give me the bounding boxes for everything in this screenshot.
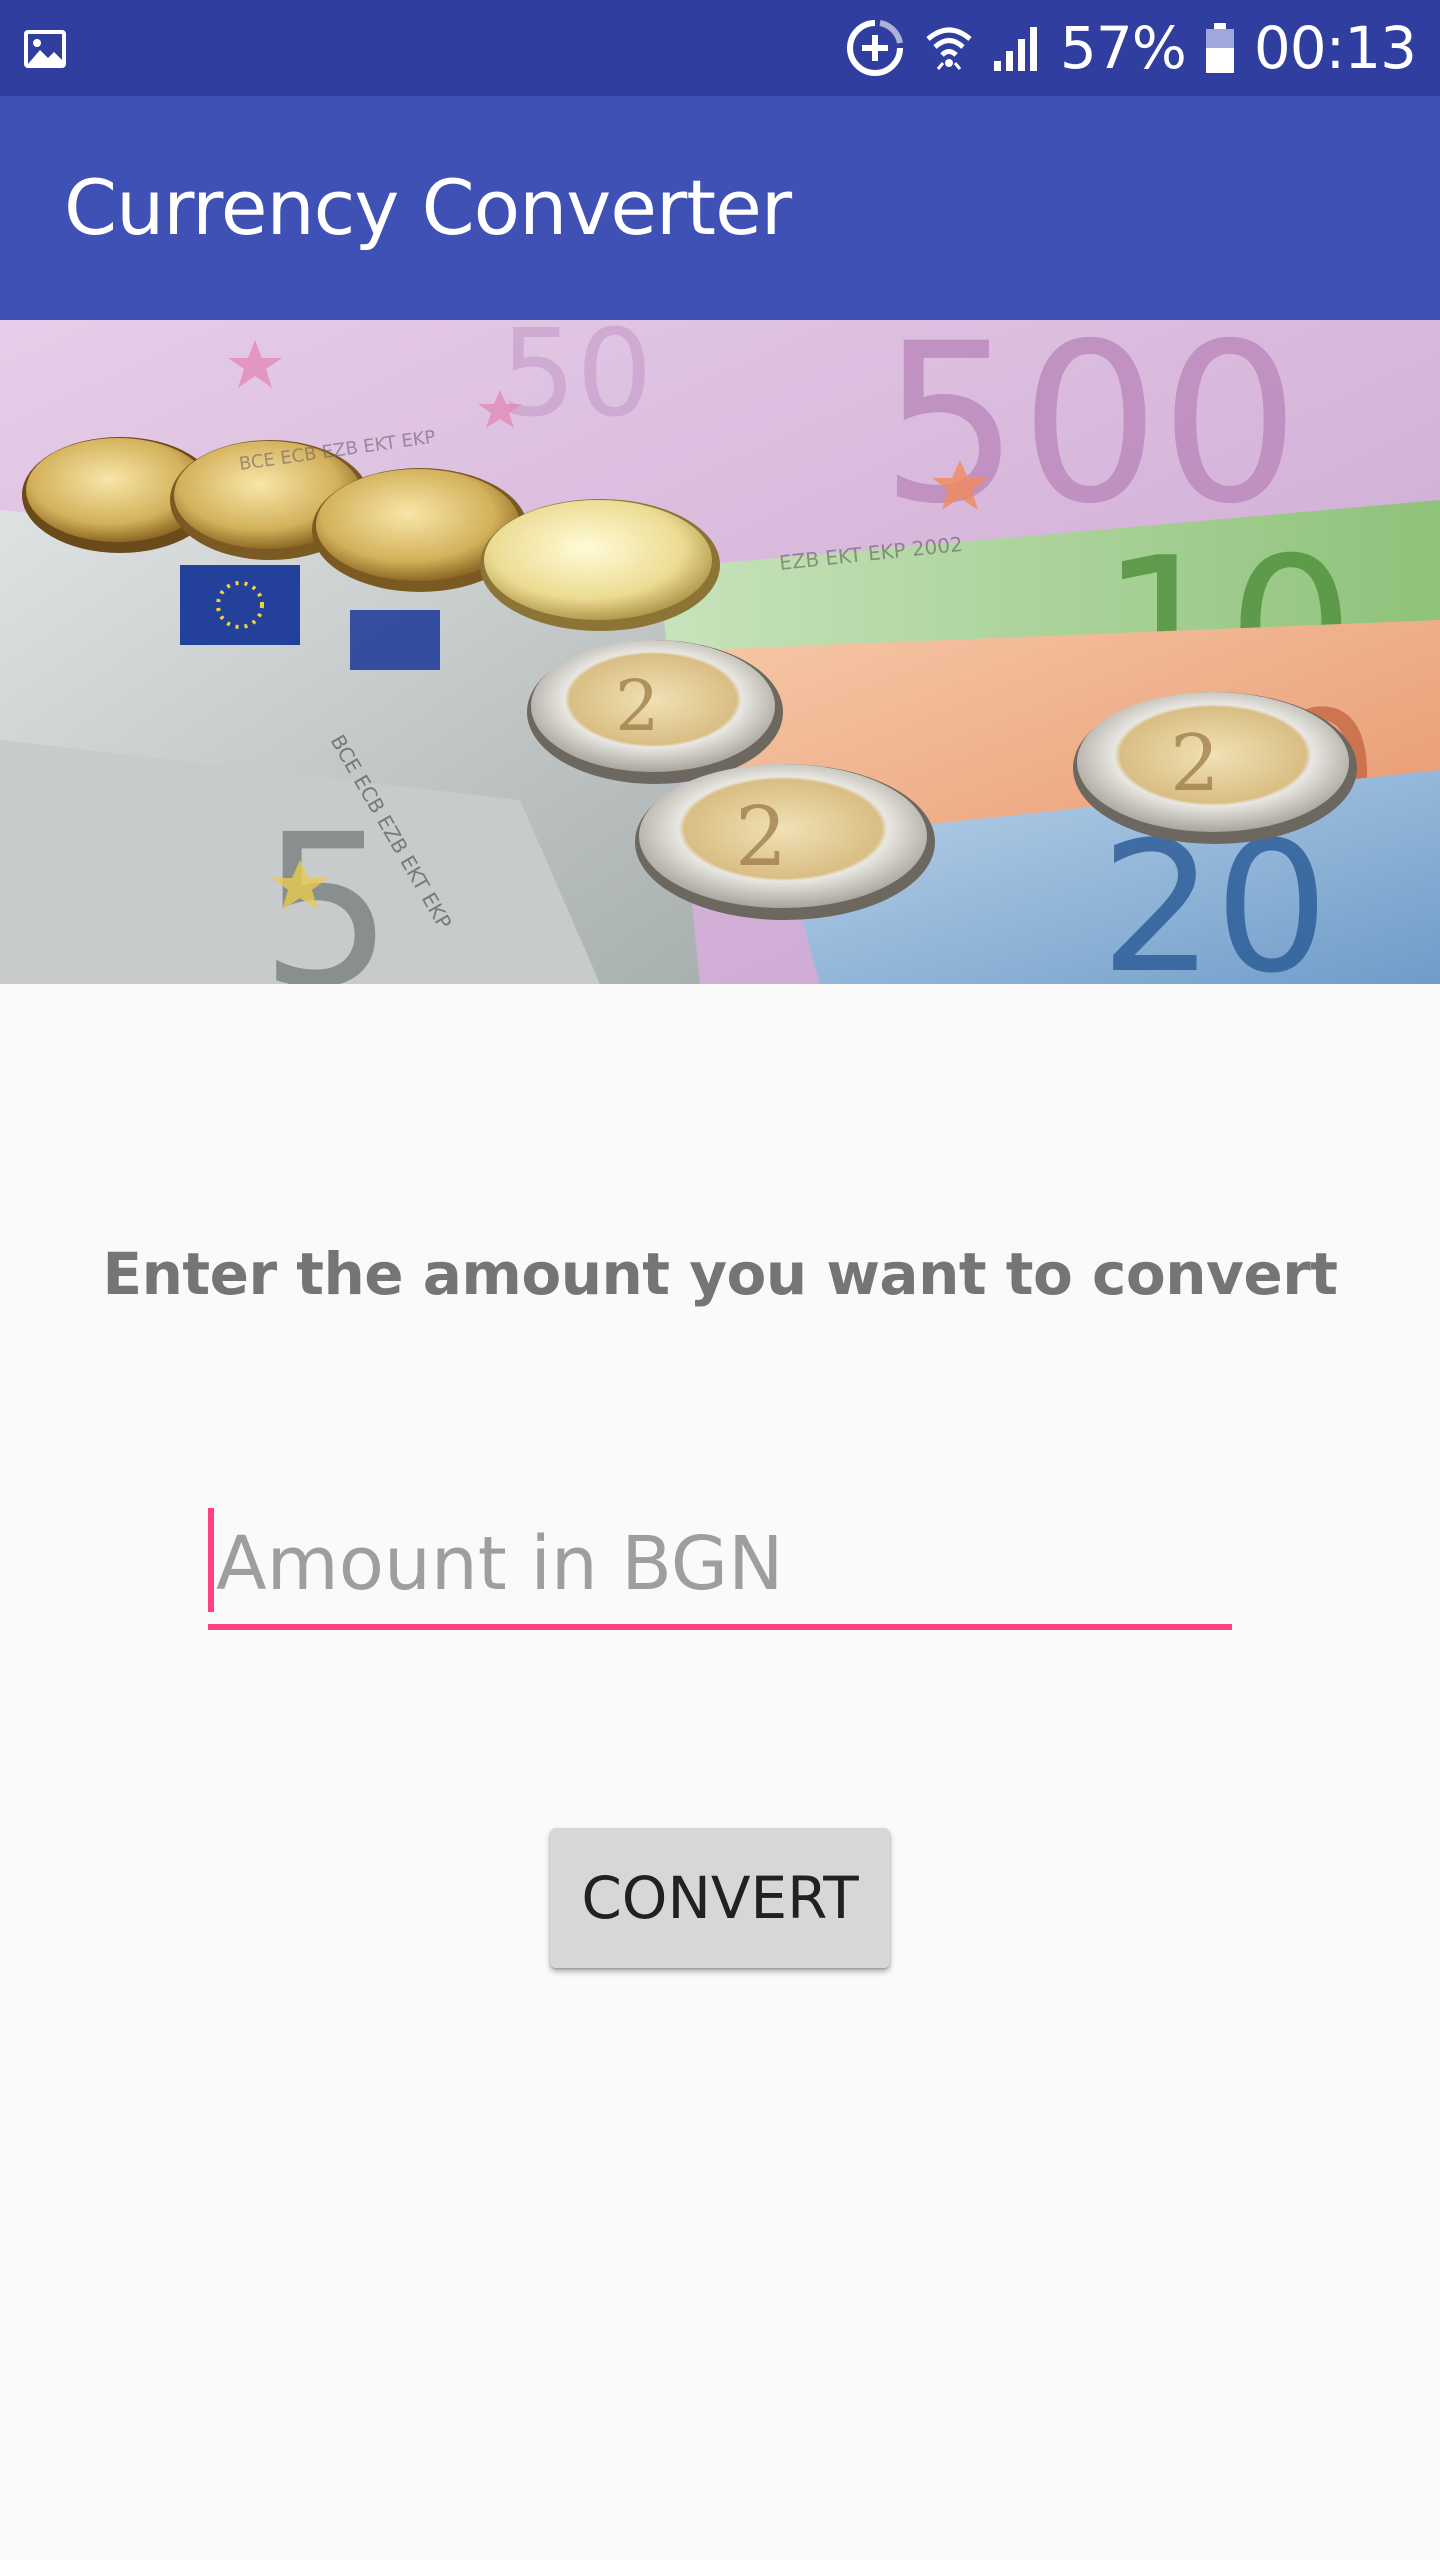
signal-icon (993, 27, 1037, 71)
status-right: 57% 00:13 (844, 0, 1417, 96)
svg-text:2: 2 (1170, 719, 1220, 809)
euro-banknotes-and-coins-image: 500 50 10 50 20 5 (0, 320, 1440, 984)
data-saver-icon (846, 20, 903, 76)
text-cursor (208, 1508, 214, 1612)
battery-icon (1205, 23, 1234, 73)
convert-button[interactable]: CONVERT (550, 1828, 890, 1968)
clock: 00:13 (1253, 14, 1417, 82)
amount-input-underline (208, 1624, 1232, 1630)
app-title: Currency Converter (64, 163, 792, 252)
svg-text:2: 2 (735, 790, 787, 885)
svg-text:2: 2 (615, 665, 660, 747)
hero-image: 500 50 10 50 20 5 (0, 320, 1440, 984)
battery-percent: 57% (1059, 14, 1187, 82)
app-bar: Currency Converter (0, 96, 1440, 320)
status-bar: 57% 00:13 (0, 0, 1440, 96)
amount-field[interactable] (208, 1500, 1232, 1636)
svg-text:50: 50 (500, 320, 653, 444)
wifi-icon (926, 27, 972, 70)
prompt-label: Enter the amount you want to convert (102, 1240, 1338, 1308)
image-icon (24, 30, 66, 68)
amount-input[interactable] (208, 1500, 1232, 1628)
